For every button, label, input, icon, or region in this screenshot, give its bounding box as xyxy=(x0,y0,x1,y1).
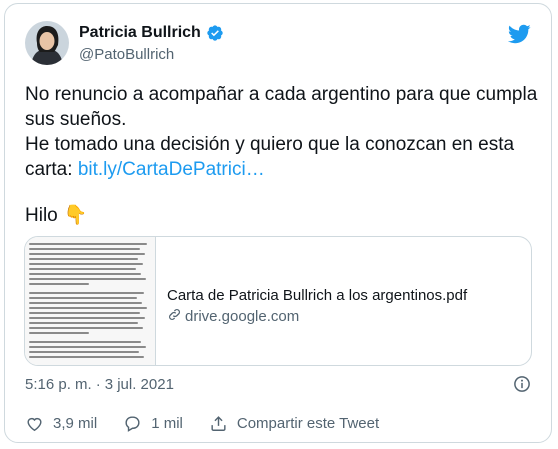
avatar[interactable] xyxy=(25,21,69,65)
like-button[interactable]: 3,9 mil xyxy=(25,414,97,433)
preview-domain-text: drive.google.com xyxy=(185,308,300,325)
share-label: Compartir este Tweet xyxy=(236,415,380,432)
reply-button[interactable]: 1 mil xyxy=(123,414,183,433)
share-icon xyxy=(211,416,226,431)
thumbnail-text-line xyxy=(29,268,136,270)
tweet-date: 3 jul. 2021 xyxy=(104,376,174,393)
tweet-actions: 3,9 mil 1 mil Compartir este Tweet xyxy=(25,414,405,433)
tweet-text: No renuncio a acompañar a cada argentino… xyxy=(25,82,545,182)
thumbnail-text-line xyxy=(29,356,144,358)
thumbnail-text-line xyxy=(29,302,142,304)
link-icon xyxy=(167,307,182,326)
tweet-text-line-2: He tomado una decisión y quiero que la c… xyxy=(25,132,545,182)
verified-badge-icon xyxy=(206,24,224,42)
thumbnail-text-line xyxy=(29,351,139,353)
preview-domain: drive.google.com xyxy=(167,307,299,326)
tweet-link[interactable]: bit.ly/CartaDePatrici… xyxy=(78,159,265,180)
heart-icon xyxy=(27,417,42,432)
thumbnail-text-line xyxy=(29,263,143,265)
thumbnail-text-line xyxy=(29,258,138,260)
thumbnail-text-line xyxy=(29,283,89,285)
preview-title: Carta de Patricia Bullrich a los argenti… xyxy=(167,287,468,304)
tweet-card: Patricia Bullrich @PatoBullrich No renun… xyxy=(4,3,552,443)
like-count: 3,9 mil xyxy=(53,415,98,432)
thumbnail-text-line xyxy=(29,248,140,250)
twitter-bird-icon[interactable] xyxy=(507,22,531,44)
document-thumbnail xyxy=(25,237,156,365)
tweet-timestamp[interactable]: 5:16 p. m. · 3 jul. 2021 xyxy=(25,376,174,393)
thumbnail-text-line xyxy=(29,307,147,309)
author-handle[interactable]: @PatoBullrich xyxy=(79,46,174,63)
info-icon[interactable] xyxy=(513,375,531,393)
thumbnail-text-line xyxy=(29,322,138,324)
author-name-row: Patricia Bullrich xyxy=(79,24,224,42)
thumbnail-text-line xyxy=(29,297,137,299)
thumbnail-text-line xyxy=(29,317,145,319)
tweet-time: 5:16 p. m. xyxy=(25,376,92,393)
author-name[interactable]: Patricia Bullrich xyxy=(79,24,201,42)
reply-bubble-icon xyxy=(125,416,140,432)
pointing-down-emoji-icon: 👇 xyxy=(63,205,88,226)
thumbnail-text-line xyxy=(29,278,146,280)
thumbnail-text-line xyxy=(29,346,146,348)
thumbnail-text-line xyxy=(29,312,140,314)
link-preview-card[interactable]: Carta de Patricia Bullrich a los argenti… xyxy=(24,236,532,366)
share-button[interactable]: Compartir este Tweet xyxy=(209,414,379,433)
tweet-text-line-1: No renuncio a acompañar a cada argentino… xyxy=(25,84,538,130)
thumbnail-text-line xyxy=(29,327,143,329)
thumbnail-text-line xyxy=(29,273,141,275)
thumbnail-text-line xyxy=(29,332,89,334)
thumbnail-text-line xyxy=(29,253,145,255)
hilo-label: Hilo xyxy=(25,205,58,226)
thumbnail-text-line xyxy=(29,341,141,343)
thumbnail-text-line xyxy=(29,292,144,294)
reply-count: 1 mil xyxy=(151,415,183,432)
timestamp-separator: · xyxy=(95,376,101,393)
tweet-hilo: Hilo 👇 xyxy=(25,203,87,228)
thumbnail-text-line xyxy=(29,243,147,245)
